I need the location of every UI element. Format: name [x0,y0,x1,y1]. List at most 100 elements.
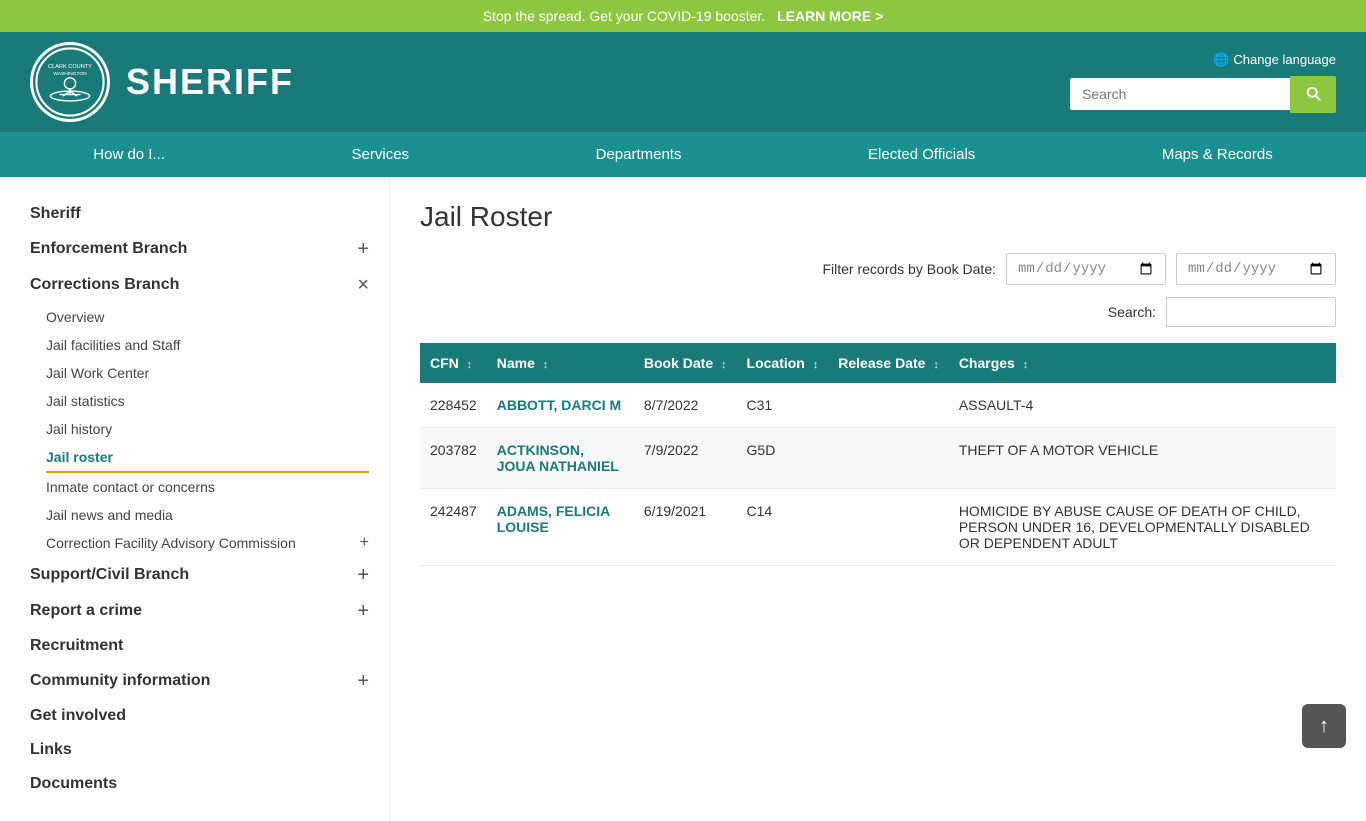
col-book-date[interactable]: Book Date ↕ [634,343,737,383]
change-language-label: Change language [1233,52,1336,67]
header-search-button[interactable] [1290,76,1336,113]
sidebar-community-label: Community information [30,672,210,690]
covid-message: Stop the spread. Get your COVID-19 boost… [483,8,765,24]
sidebar-sub-advisory-toggle[interactable]: + [360,535,369,551]
logo: CLARK COUNTY WASHINGTON [30,42,110,122]
svg-text:CLARK COUNTY: CLARK COUNTY [48,64,92,70]
cell-location: C14 [737,489,829,566]
table-body: 228452 ABBOTT, DARCI M 8/7/2022C31 ASSAULT-… [420,383,1336,566]
main-layout: Sheriff Enforcement Branch + Corrections… [0,177,1366,821]
header-search-input[interactable] [1070,78,1290,110]
nav-services[interactable]: Services [322,132,440,177]
nav-departments[interactable]: Departments [566,132,712,177]
cell-name: ADAMS, FELICIA LOUISE [487,489,634,566]
cell-charges: ASSAULT-4 [949,383,1336,428]
filter-row: Filter records by Book Date: [420,253,1336,285]
covid-learn-more[interactable]: LEARN MORE > [777,8,883,24]
table-search-row: Search: [420,297,1336,327]
nav-maps-records[interactable]: Maps & Records [1132,132,1303,177]
sidebar-sub-work-center[interactable]: Jail Work Center [46,359,369,387]
sort-book-date-icon: ↕ [721,359,727,371]
change-language-button[interactable]: 🌐 Change language [1213,52,1336,68]
sort-cfn-icon: ↕ [467,359,473,371]
cell-location: C31 [737,383,829,428]
sidebar-report-label: Report a crime [30,602,142,620]
sidebar-section-enforcement[interactable]: Enforcement Branch + [30,231,369,267]
col-cfn[interactable]: CFN ↕ [420,343,487,383]
table-search-input[interactable] [1166,297,1336,327]
sidebar-section-community[interactable]: Community information + [30,663,369,699]
cell-cfn: 228452 [420,383,487,428]
sidebar-corrections-toggle[interactable]: × [357,275,369,295]
filter-date-from[interactable] [1006,253,1166,285]
sidebar-sub-advisory-row: Correction Facility Advisory Commission … [46,529,369,557]
nav-how-do-i[interactable]: How do I... [63,132,195,177]
sort-location-icon: ↕ [813,359,819,371]
page-title: Jail Roster [420,201,1336,233]
svg-text:WASHINGTON: WASHINGTON [53,71,87,77]
sidebar-corrections-sub: Overview Jail facilities and Staff Jail … [30,303,369,557]
sidebar-section-support[interactable]: Support/Civil Branch + [30,557,369,593]
logo-svg: CLARK COUNTY WASHINGTON [35,47,105,117]
cell-cfn: 242487 [420,489,487,566]
sidebar-report-toggle[interactable]: + [357,601,369,621]
filter-label: Filter records by Book Date: [822,261,996,277]
cell-charges: THEFT OF A MOTOR VEHICLE [949,428,1336,489]
sidebar-sub-advisory[interactable]: Correction Facility Advisory Commission [46,529,296,557]
scroll-top-button[interactable]: ↑ [1302,704,1346,748]
sidebar-sub-overview[interactable]: Overview [46,303,369,331]
globe-icon: 🌐 [1213,52,1229,68]
sidebar-item-documents[interactable]: Documents [30,767,369,801]
cell-book-date: 7/9/2022 [634,428,737,489]
cell-release-date [828,489,949,566]
cell-release-date [828,383,949,428]
sheriff-title: SHERIFF [126,61,294,103]
main-content: Jail Roster Filter records by Book Date:… [390,177,1366,821]
inmate-name-link[interactable]: ACTKINSON, JOUA NATHANIEL [497,442,619,474]
header: CLARK COUNTY WASHINGTON SHERIFF 🌐 Change… [0,32,1366,132]
sort-charges-icon: ↕ [1023,359,1029,371]
inmate-name-link[interactable]: ABBOTT, DARCI M [497,397,621,413]
cell-cfn: 203782 [420,428,487,489]
col-name[interactable]: Name ↕ [487,343,634,383]
table-row: 203782 ACTKINSON, JOUA NATHANIEL 7/9/2022G… [420,428,1336,489]
header-right: 🌐 Change language [1070,52,1336,113]
roster-table: CFN ↕ Name ↕ Book Date ↕ Location ↕ [420,343,1336,566]
filter-date-to[interactable] [1176,253,1336,285]
sidebar-enforcement-label: Enforcement Branch [30,240,187,258]
cell-book-date: 8/7/2022 [634,383,737,428]
table-row: 228452 ABBOTT, DARCI M 8/7/2022C31 ASSAULT-… [420,383,1336,428]
cell-location: G5D [737,428,829,489]
sidebar-community-toggle[interactable]: + [357,671,369,691]
search-icon [1304,84,1322,102]
main-nav: How do I... Services Departments Elected… [0,132,1366,177]
sidebar-sub-roster[interactable]: Jail roster [46,443,369,473]
col-release-date[interactable]: Release Date ↕ [828,343,949,383]
sidebar-sub-news[interactable]: Jail news and media [46,501,369,529]
inmate-name-link[interactable]: ADAMS, FELICIA LOUISE [497,503,610,535]
sidebar-corrections-label: Corrections Branch [30,276,179,294]
sidebar-item-get-involved[interactable]: Get involved [30,699,369,733]
sidebar-support-label: Support/Civil Branch [30,566,189,584]
sidebar-support-toggle[interactable]: + [357,565,369,585]
cell-release-date [828,428,949,489]
sidebar-item-recruitment[interactable]: Recruitment [30,629,369,663]
sidebar-item-sheriff[interactable]: Sheriff [30,197,369,231]
sidebar-sub-statistics[interactable]: Jail statistics [46,387,369,415]
sidebar-section-corrections[interactable]: Corrections Branch × [30,267,369,303]
header-search-bar [1070,76,1336,113]
sidebar-enforcement-toggle[interactable]: + [357,239,369,259]
nav-elected-officials[interactable]: Elected Officials [838,132,1005,177]
sidebar-section-report[interactable]: Report a crime + [30,593,369,629]
cell-name: ABBOTT, DARCI M [487,383,634,428]
col-charges[interactable]: Charges ↕ [949,343,1336,383]
table-header-row: CFN ↕ Name ↕ Book Date ↕ Location ↕ [420,343,1336,383]
sidebar-sub-facilities[interactable]: Jail facilities and Staff [46,331,369,359]
cell-charges: HOMICIDE BY ABUSE CAUSE OF DEATH OF CHIL… [949,489,1336,566]
col-location[interactable]: Location ↕ [737,343,829,383]
sidebar-sub-contact[interactable]: Inmate contact or concerns [46,473,369,501]
sidebar-item-links[interactable]: Links [30,733,369,767]
table-search-label: Search: [1108,304,1156,320]
sidebar-sub-history[interactable]: Jail history [46,415,369,443]
header-left: CLARK COUNTY WASHINGTON SHERIFF [30,42,294,122]
